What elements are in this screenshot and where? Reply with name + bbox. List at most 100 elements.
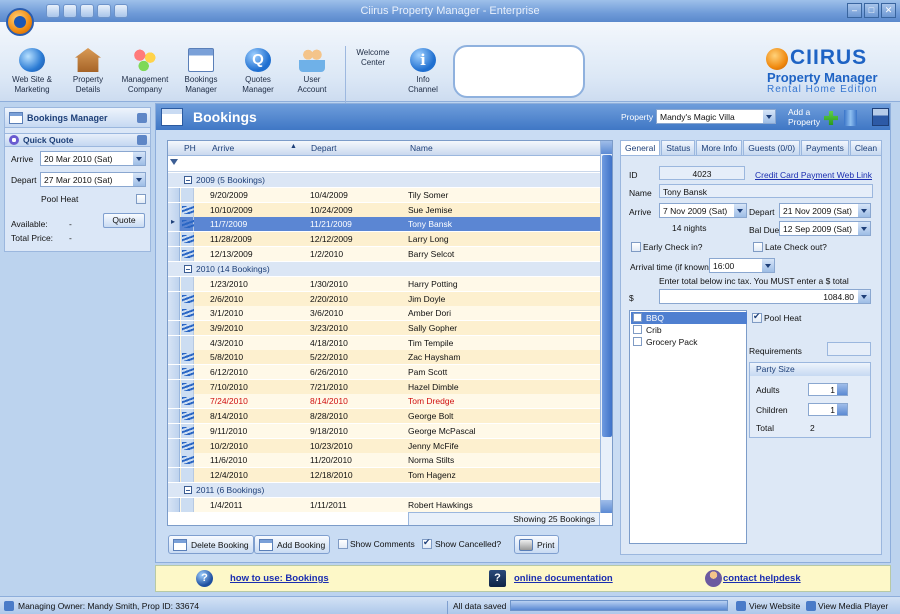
row-selector[interactable] <box>168 276 180 291</box>
row-selector[interactable] <box>168 306 180 321</box>
contact-helpdesk-link[interactable]: contact helpdesk <box>723 573 801 584</box>
tab-general[interactable]: General <box>620 140 661 155</box>
row-selector[interactable] <box>168 379 180 394</box>
row-selector[interactable] <box>168 423 180 438</box>
extra-item-bbq[interactable]: BBQ <box>631 312 747 324</box>
quick-quote-arrive-select[interactable]: 20 Mar 2010 (Sat) <box>40 151 146 166</box>
column-depart[interactable]: Depart <box>311 143 337 153</box>
table-row[interactable]: 3/1/2010 3/6/2010 Amber Dori <box>168 306 600 321</box>
info-channel-button[interactable]: i Info Channel <box>393 48 453 95</box>
table-row[interactable]: 8/14/2010 8/28/2010 George Bolt <box>168 409 600 424</box>
table-row[interactable]: 3/9/2010 3/23/2010 Sally Gopher <box>168 320 600 335</box>
delete-booking-button[interactable]: Delete Booking <box>168 535 254 554</box>
tab-payments[interactable]: Payments <box>801 140 849 155</box>
table-row[interactable]: 11/28/2009 12/12/2009 Larry Long <box>168 232 600 247</box>
grid-filter-row[interactable] <box>168 156 600 172</box>
how-to-use-link[interactable]: how to use: Bookings <box>230 573 329 584</box>
bookings-manager-button[interactable]: Bookings Manager <box>171 48 231 95</box>
table-row[interactable]: 10/2/2010 10/23/2010 Jenny McFife <box>168 438 600 453</box>
row-selector[interactable] <box>168 291 180 306</box>
late-checkout-checkbox[interactable] <box>753 242 763 252</box>
row-selector[interactable] <box>168 453 180 468</box>
property-select[interactable]: Mandy's Magic Villa <box>656 109 776 124</box>
detail-depart-select[interactable]: 21 Nov 2009 (Sat) <box>779 203 871 218</box>
scroll-up-icon[interactable] <box>601 141 612 154</box>
row-selector[interactable] <box>168 246 180 261</box>
quote-button[interactable]: Quote <box>103 213 145 228</box>
row-selector[interactable] <box>168 394 180 409</box>
credit-card-payment-link[interactable]: Credit Card Payment Web Link <box>755 170 872 180</box>
row-selector[interactable] <box>168 467 180 482</box>
bal-due-select[interactable]: 12 Sep 2009 (Sat) <box>779 221 871 236</box>
table-row[interactable]: 2/6/2010 2/20/2010 Jim Doyle <box>168 291 600 306</box>
extra-item-crib[interactable]: Crib <box>631 324 747 336</box>
web-site-marketing-button[interactable]: Web Site & Marketing <box>2 48 62 95</box>
app-menu-orb-icon[interactable] <box>6 8 34 36</box>
table-row[interactable]: 7/24/2010 8/14/2010 Tom Dredge <box>168 394 600 409</box>
row-selector[interactable] <box>168 409 180 424</box>
column-arrive[interactable]: Arrive <box>212 143 234 153</box>
table-row[interactable]: 9/11/2010 9/18/2010 George McPascal <box>168 423 600 438</box>
delete-property-trash-icon[interactable] <box>844 110 857 126</box>
save-disk-icon[interactable] <box>872 108 889 126</box>
group-row[interactable]: 2011 (6 Bookings) <box>168 482 600 497</box>
arrival-time-select[interactable]: 16:00 <box>709 258 775 273</box>
column-name[interactable]: Name <box>410 143 433 153</box>
collapse-group-icon[interactable] <box>184 176 192 184</box>
row-selector[interactable] <box>168 232 180 247</box>
table-row[interactable]: ▸ 11/7/2009 11/21/2009 Tony Bansk <box>168 217 600 232</box>
add-property-plus-icon[interactable] <box>824 111 838 125</box>
row-selector[interactable] <box>168 497 180 512</box>
scroll-down-icon[interactable] <box>601 500 612 513</box>
group-row[interactable]: 2010 (14 Bookings) <box>168 261 600 276</box>
tab-guests[interactable]: Guests (0/0) <box>743 140 801 155</box>
extra-checkbox[interactable] <box>633 337 642 346</box>
show-comments-checkbox[interactable] <box>338 539 348 549</box>
adults-stepper[interactable]: 1 <box>808 383 848 396</box>
view-website-link[interactable]: View Website <box>749 601 800 611</box>
table-row[interactable]: 6/12/2010 6/26/2010 Pam Scott <box>168 365 600 379</box>
tab-status[interactable]: Status <box>661 140 696 155</box>
show-cancelled-checkbox[interactable] <box>422 537 432 549</box>
tab-more-info[interactable]: More Info <box>696 140 743 155</box>
requirements-field[interactable] <box>827 342 871 356</box>
tab-clean[interactable]: Clean <box>849 140 883 155</box>
collapse-icon[interactable] <box>137 112 147 123</box>
table-row[interactable]: 11/6/2010 11/20/2010 Norma Stilts <box>168 453 600 468</box>
print-button[interactable]: Print <box>514 535 560 554</box>
pool-heat-checkbox[interactable] <box>752 311 762 323</box>
early-checkin-checkbox[interactable] <box>631 242 641 252</box>
extra-item-grocery-pack[interactable]: Grocery Pack <box>631 336 747 348</box>
table-row[interactable]: 5/8/2010 5/22/2010 Zac Haysham <box>168 350 600 365</box>
table-row[interactable]: 9/20/2009 10/4/2009 Tily Somer <box>168 188 600 202</box>
table-row[interactable]: 12/13/2009 1/2/2010 Barry Selcot <box>168 246 600 261</box>
row-selector[interactable] <box>168 350 180 365</box>
collapse-icon[interactable] <box>137 135 147 145</box>
group-row[interactable]: 2009 (5 Bookings) <box>168 173 600 187</box>
row-selector[interactable] <box>168 202 180 217</box>
maximize-button[interactable]: □ <box>864 3 879 18</box>
quotes-manager-button[interactable]: Q Quotes Manager <box>228 48 288 95</box>
row-selector[interactable] <box>168 438 180 453</box>
property-details-button[interactable]: Property Details <box>58 48 118 95</box>
scroll-thumb[interactable] <box>602 155 612 437</box>
extra-checkbox[interactable] <box>633 325 642 334</box>
row-selector[interactable] <box>168 365 180 379</box>
management-company-button[interactable]: Management Company <box>115 48 175 95</box>
children-stepper[interactable]: 1 <box>808 403 848 416</box>
row-selector[interactable] <box>168 320 180 335</box>
name-field[interactable]: Tony Bansk <box>659 184 873 198</box>
view-media-player-link[interactable]: View Media Player <box>818 601 888 611</box>
detail-arrive-select[interactable]: 7 Nov 2009 (Sat) <box>659 203 747 218</box>
row-selector[interactable] <box>168 188 180 202</box>
user-account-button[interactable]: User Account <box>282 48 342 95</box>
row-selector[interactable] <box>168 335 180 350</box>
extra-checkbox[interactable] <box>633 313 642 322</box>
table-row[interactable]: 12/4/2010 12/18/2010 Tom Hagenz <box>168 467 600 482</box>
table-row[interactable]: 7/10/2010 7/21/2010 Hazel Dimble <box>168 379 600 394</box>
minimize-button[interactable]: – <box>847 3 862 18</box>
online-documentation-link[interactable]: online documentation <box>514 573 613 584</box>
column-ph[interactable]: PH <box>184 143 196 153</box>
pool-heat-checkbox[interactable] <box>136 194 146 204</box>
total-amount-field[interactable]: 1084.80 <box>659 289 871 304</box>
